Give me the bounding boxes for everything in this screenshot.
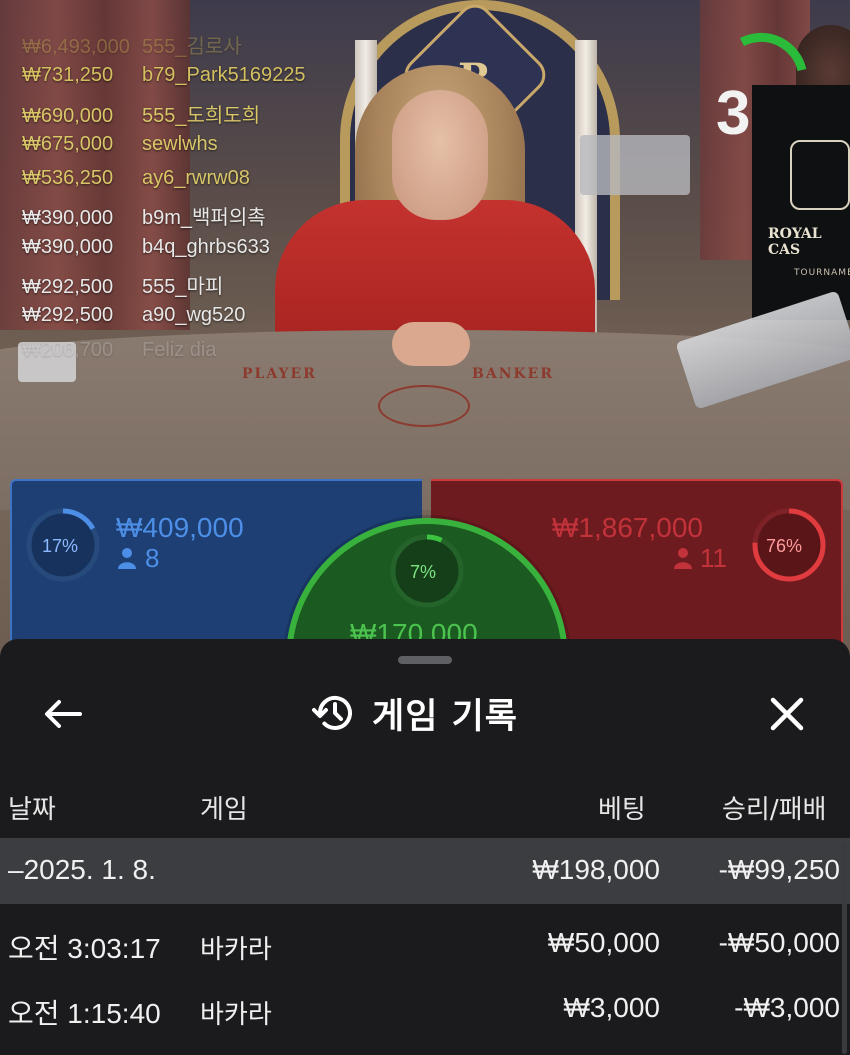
date-group-bet-total: ₩198,000 [532, 854, 660, 885]
winner-row: ₩206,700 Feliz dia [22, 339, 305, 373]
back-button[interactable] [40, 691, 86, 737]
winner-amount: ₩690,000 [22, 104, 114, 127]
game-history-sheet: 게임 기록 날짜 게임 베팅 승리/패배 –2025. 1. 8. ₩198,0… [0, 639, 850, 1055]
close-icon [770, 697, 804, 731]
winner-row: ₩536,250 ay6_rwrw08 [22, 167, 305, 201]
player-bettor-count: 8 [145, 543, 160, 573]
row-bet: ₩50,000 [547, 927, 660, 958]
row-result: -₩50,000 [718, 927, 840, 958]
winner-row: ₩390,000 b9m_백퍼의촉 [22, 201, 305, 235]
close-button[interactable] [762, 689, 812, 739]
tie-percent: 7% [410, 562, 437, 582]
column-header-date: 날짜 [8, 795, 56, 825]
winner-row: ₩675,000 sewlwhs [22, 133, 305, 167]
table-row[interactable]: 오전 3:03:17 바카라 ₩50,000 -₩50,000 [0, 911, 850, 975]
winner-amount: ₩292,500 [22, 304, 114, 327]
chip-tray [580, 135, 690, 195]
date-group-row[interactable]: –2025. 1. 8. ₩198,000 -₩99,250 [0, 838, 850, 904]
date-group-result-total: -₩99,250 [718, 854, 840, 885]
winner-row: ₩6,493,000 555_김로사 [22, 30, 305, 64]
person-icon [674, 548, 692, 569]
winner-amount: ₩292,500 [22, 276, 114, 299]
column-header-bet: 베팅 [598, 795, 646, 825]
back-arrow-icon [45, 700, 82, 728]
winner-row: ₩292,500 a90_wg520 [22, 304, 305, 338]
winner-name: 555_도희도희 [142, 104, 261, 127]
winner-name: ay6_rwrw08 [142, 167, 250, 190]
row-result: -₩3,000 [734, 992, 840, 1023]
column-header-result: 승리/패배 [722, 795, 827, 825]
table-row[interactable]: 오전 1:15:40 바카라 ₩3,000 -₩3,000 [0, 976, 850, 1040]
winner-amount: ₩675,000 [22, 132, 114, 155]
player-percent: 17% [42, 536, 79, 556]
winner-name: 555_마피 [142, 276, 224, 299]
winner-row: ₩292,500 555_마피 [22, 270, 305, 304]
date-group-label: –2025. 1. 8. [8, 854, 156, 885]
row-bet: ₩3,000 [563, 992, 661, 1023]
banker-bet-amount: ₩1,867,000 [552, 512, 703, 543]
winner-name: b79_Park5169225 [142, 64, 306, 87]
studio-screen-crest [790, 140, 850, 210]
person-icon [118, 548, 136, 569]
winner-name: b9m_백퍼의촉 [142, 207, 266, 230]
banker-percent: 76% [766, 536, 803, 556]
winner-name: 555_김로사 [142, 36, 242, 58]
winner-amount: ₩390,000 [22, 207, 114, 230]
studio-screen-title: ROYAL CAS [768, 226, 822, 258]
sheet-title-text: 게임 기록 [372, 696, 518, 737]
countdown-timer: 3 [716, 79, 751, 148]
drag-handle[interactable] [398, 656, 452, 664]
studio-screen-subtitle: TOURNAMENT [794, 268, 850, 278]
dealer-face [392, 90, 488, 220]
table-logo [378, 385, 470, 427]
winner-name: sewlwhs [142, 132, 218, 155]
winner-name: b4q_ghrbs633 [142, 235, 270, 258]
player-bet-amount: ₩409,000 [116, 512, 244, 543]
row-game: 바카라 [200, 1000, 272, 1030]
winner-row: ₩390,000 b4q_ghrbs633 [22, 236, 305, 270]
row-time: 오전 1:15:40 [8, 998, 161, 1029]
winner-row: ₩690,000 555_도희도희 [22, 99, 305, 133]
row-game: 바카라 [200, 935, 272, 965]
scrollbar[interactable] [842, 844, 847, 1054]
banker-bettor-count: 11 [700, 543, 727, 573]
winner-amount: ₩6,493,000 [22, 36, 130, 58]
winner-amount: ₩390,000 [22, 235, 114, 258]
dealer-hands [392, 322, 470, 366]
winner-amount: ₩536,250 [22, 167, 114, 190]
sheet-title: 게임 기록 [312, 689, 518, 737]
winner-row: ₩731,250 b79_Park5169225 [22, 64, 305, 98]
winner-amount: ₩206,700 [22, 338, 114, 361]
winner-name: Feliz dia [142, 338, 217, 361]
winner-amount: ₩731,250 [22, 64, 114, 87]
row-time: 오전 3:03:17 [8, 933, 161, 964]
column-header-game: 게임 [200, 795, 248, 825]
winner-name: a90_wg520 [142, 304, 246, 327]
winners-list: ₩6,493,000 555_김로사 ₩731,250 b79_Park5169225… [22, 30, 305, 373]
history-icon [312, 696, 352, 730]
table-banker-label: BANKER [472, 366, 554, 382]
